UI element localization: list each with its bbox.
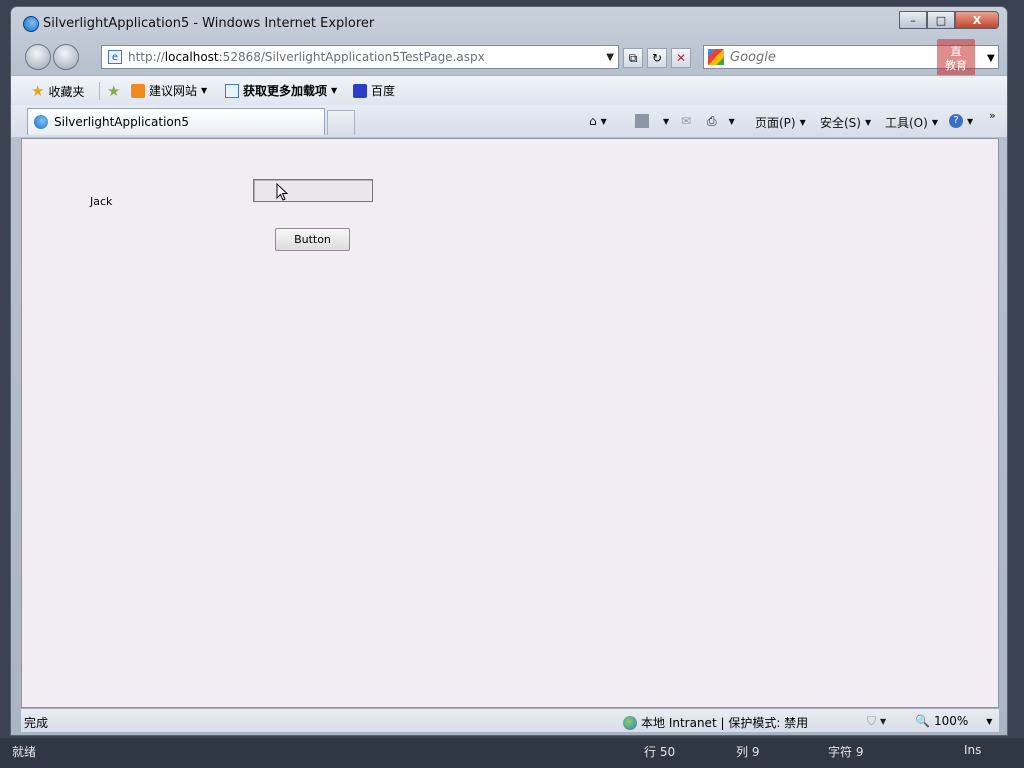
browser-status-bar: 完成 本地 Intranet | 保护模式: 禁用 ⛉ ▼ 🔍 100% ▼ (21, 708, 999, 732)
security-zone[interactable]: 本地 Intranet | 保护模式: 禁用 (623, 714, 808, 731)
address-path: :52868/SilverlightApplication5TestPage.a… (218, 50, 485, 64)
get-addons-button[interactable]: 获取更多加载项 ▼ (225, 82, 337, 99)
title-bar[interactable]: SilverlightApplication5 - Windows Intern… (11, 7, 1007, 39)
name-textbox[interactable] (253, 179, 373, 202)
address-prefix: http:// (128, 50, 165, 64)
help-icon: ? (949, 114, 963, 128)
search-input[interactable] (730, 49, 930, 65)
star-icon: ★ (31, 82, 45, 100)
dropdown-arrow-icon: ▼ (331, 86, 338, 95)
baidu-link[interactable]: 百度 (353, 82, 395, 99)
ie-logo-icon (23, 16, 39, 32)
maximize-button[interactable]: □ (927, 11, 955, 29)
magnifier-icon: 🔍 (915, 714, 930, 728)
mouse-cursor-icon (276, 183, 288, 201)
page-content: Jack Button (21, 138, 999, 708)
tab-label: SilverlightApplication5 (54, 115, 189, 129)
navigation-bar: e http://localhost:52868/SilverlightAppl… (11, 41, 1007, 73)
refresh-icon[interactable]: ↻ (647, 48, 667, 68)
favorites-bar: ★ 收藏夹 ★ 建议网站 ▼ 获取更多加载项 ▼ 百度 (11, 75, 1007, 105)
add-favorites-button[interactable]: ★ (107, 82, 120, 100)
dropdown-arrow-icon: ▼ (201, 86, 208, 95)
ie-tab-icon (34, 115, 48, 129)
status-text: 完成 (24, 716, 49, 730)
baidu-paw-icon (353, 83, 367, 98)
dropdown-arrow-icon: ▼ (986, 716, 993, 726)
search-options-icon[interactable]: ▼ (987, 53, 995, 64)
browser-window: SilverlightApplication5 - Windows Intern… (10, 6, 1008, 736)
feeds-button[interactable]: ▼ (635, 114, 669, 128)
dropdown-arrow-icon: ▼ (799, 118, 806, 127)
ie-page-icon (225, 83, 239, 98)
popup-blocker-button[interactable]: ⛉ ▼ (867, 714, 886, 729)
back-button[interactable] (25, 44, 51, 70)
home-button[interactable]: ⌂ ▼ (589, 114, 607, 128)
line-number: 行 50 (644, 745, 676, 759)
rss-icon (635, 114, 649, 128)
char-number: 字符 9 (828, 745, 864, 759)
insert-mode: Ins (964, 743, 982, 757)
printer-icon: ⎙ (707, 114, 717, 128)
tab-silverlight[interactable]: SilverlightApplication5 (27, 108, 325, 135)
submit-button[interactable]: Button (275, 228, 350, 251)
suggested-sites-button[interactable]: 建议网站 ▼ (131, 82, 207, 99)
mail-button[interactable]: ✉ (681, 114, 691, 128)
compatibility-view-icon[interactable]: ⧉ (623, 48, 643, 68)
globe-icon (623, 715, 637, 730)
close-button[interactable]: X (955, 11, 999, 29)
tab-row: SilverlightApplication5 ⌂ ▼ ▼ ✉ ⎙ ▼ 页面(P) ▼… (11, 105, 1007, 137)
shield-icon: ⛉ (867, 714, 877, 728)
address-bar[interactable]: e http://localhost:52868/SilverlightAppl… (101, 45, 619, 69)
safety-menu[interactable]: 安全(S) ▼ (820, 114, 871, 131)
dropdown-arrow-icon: ▼ (931, 118, 938, 127)
favorites-button[interactable]: ★ 收藏夹 (31, 82, 84, 100)
name-label: Jack (90, 195, 113, 208)
overflow-button[interactable]: » (989, 109, 996, 122)
google-icon (708, 49, 724, 65)
minimize-button[interactable]: – (899, 11, 927, 29)
editor-status-bar: 就绪 行 50 列 9 字符 9 Ins (0, 738, 1024, 768)
help-menu[interactable]: ? ▼ (949, 114, 973, 128)
tools-menu[interactable]: 工具(O) ▼ (885, 114, 938, 131)
caption-buttons: – □ X (899, 11, 999, 31)
address-host: localhost (164, 50, 219, 64)
home-icon: ⌂ (589, 114, 597, 128)
favorites-divider (99, 82, 100, 100)
add-star-icon: ★ (107, 82, 121, 100)
page-menu[interactable]: 页面(P) ▼ (755, 114, 806, 131)
ready-status: 就绪 (12, 745, 37, 759)
forward-button[interactable] (53, 44, 79, 70)
dropdown-arrow-icon: ▼ (864, 118, 872, 127)
page-icon: e (108, 50, 122, 64)
window-title: SilverlightApplication5 - Windows Intern… (43, 16, 375, 31)
print-button[interactable]: ⎙ ▼ (707, 114, 735, 129)
column-number: 列 9 (736, 745, 760, 759)
suggested-sites-icon (131, 83, 145, 98)
address-dropdown-icon[interactable]: ▼ (606, 52, 614, 63)
new-tab-button[interactable] (327, 110, 355, 135)
zoom-control[interactable]: 🔍 100% ▼ (915, 714, 992, 728)
mail-icon: ✉ (681, 114, 692, 128)
stop-icon[interactable]: ✕ (671, 48, 691, 68)
